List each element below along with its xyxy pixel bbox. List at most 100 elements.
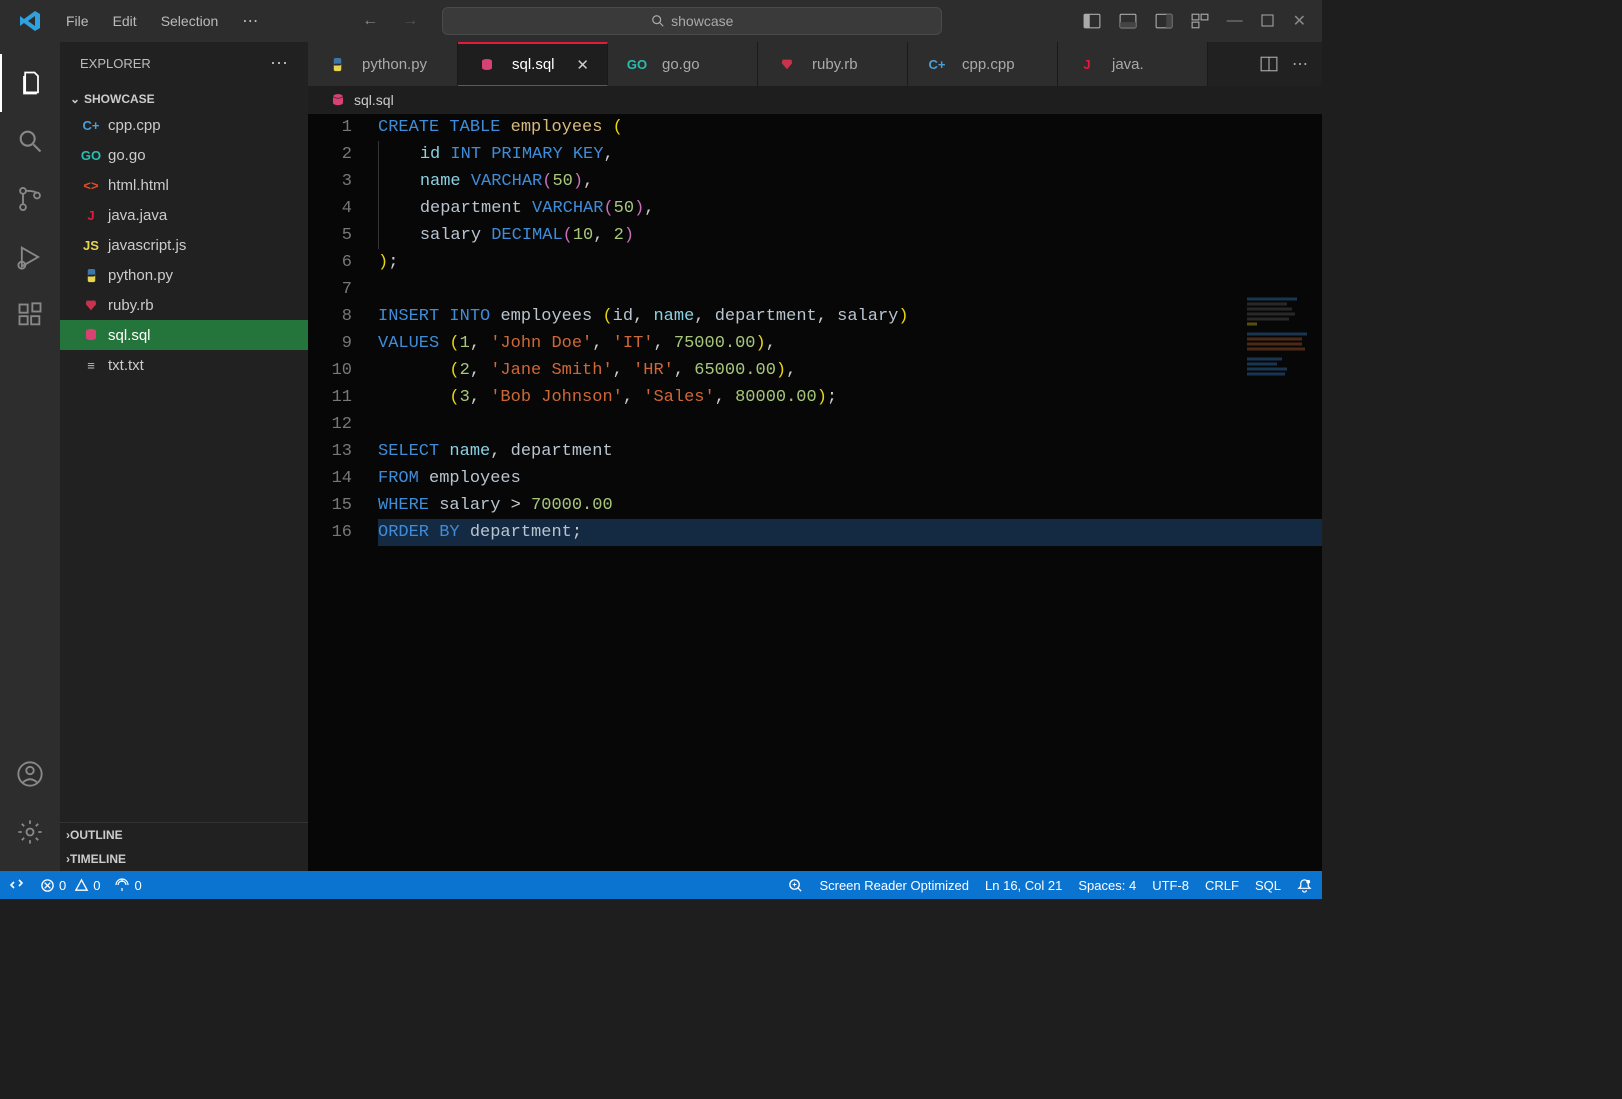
file-type-icon: J (80, 208, 102, 223)
file-type-icon (80, 268, 102, 283)
tabs: python.py sql.sql ✕ GO go.go ruby.rb C+ cpp.cpp… (308, 42, 1322, 86)
menu-more-icon[interactable]: ⋯ (232, 7, 268, 35)
menu-file[interactable]: File (56, 7, 99, 35)
file-item[interactable]: JS javascript.js (60, 230, 308, 260)
file-name-label: sql.sql (108, 327, 151, 344)
activity-debug-icon[interactable] (0, 228, 60, 286)
file-type-icon: GO (80, 148, 102, 163)
file-item[interactable]: python.py (60, 260, 308, 290)
search-placeholder: showcase (671, 13, 733, 29)
file-item[interactable]: <> html.html (60, 170, 308, 200)
editor-area: python.py sql.sql ✕ GO go.go ruby.rb C+ cpp.cpp… (308, 42, 1322, 871)
tab-label: python.py (362, 56, 427, 73)
file-type-icon (326, 57, 348, 72)
menu-edit[interactable]: Edit (103, 7, 147, 35)
tab-more-icon[interactable]: ⋯ (1292, 54, 1308, 74)
file-item[interactable]: Jjava.java (60, 200, 308, 230)
file-type-icon: J (1076, 57, 1098, 72)
minimap[interactable] (1242, 114, 1322, 871)
tab[interactable]: sql.sql ✕ (458, 42, 608, 86)
activity-extensions-icon[interactable] (0, 286, 60, 344)
code-editor[interactable]: 12345678910111213141516 CREATE TABLE emp… (308, 114, 1322, 871)
activity-explorer-icon[interactable] (0, 54, 60, 112)
tab[interactable]: python.py (308, 42, 458, 86)
file-type-icon (476, 57, 498, 73)
activity-settings-icon[interactable] (0, 803, 60, 861)
status-encoding[interactable]: UTF-8 (1152, 878, 1189, 893)
line-gutter: 12345678910111213141516 (308, 114, 378, 871)
status-ports[interactable]: 0 (114, 877, 141, 893)
file-type-icon: ≡ (80, 358, 102, 373)
file-name-label: go.go (108, 147, 146, 164)
status-cursor-pos[interactable]: Ln 16, Col 21 (985, 878, 1062, 893)
breadcrumb[interactable]: sql.sql (308, 86, 1322, 114)
status-feedback-icon[interactable] (788, 878, 803, 893)
tab[interactable]: ruby.rb (758, 42, 908, 86)
folder-header[interactable]: ⌄ SHOWCASE (60, 88, 308, 110)
remote-icon[interactable] (10, 877, 26, 893)
tab-label: go.go (662, 56, 700, 73)
tab-label: java. (1112, 56, 1144, 73)
file-tree: C+cpp.cpp GO go.go <> html.html Jjava.java JS j… (60, 110, 308, 380)
tab-label: cpp.cpp (962, 56, 1015, 73)
sidebar: EXPLORER ⋯ ⌄ SHOWCASE C+cpp.cpp GO go.go <>… (60, 42, 308, 871)
file-type-icon (80, 298, 102, 312)
status-notifications-icon[interactable] (1297, 878, 1312, 893)
split-editor-icon[interactable] (1260, 55, 1278, 73)
file-item[interactable]: ruby.rb (60, 290, 308, 320)
sidebar-title: EXPLORER ⋯ (60, 42, 308, 84)
file-item[interactable]: ≡ txt.txt (60, 350, 308, 380)
window-minimize-icon[interactable]: ― (1227, 12, 1243, 30)
status-eol[interactable]: CRLF (1205, 878, 1239, 893)
tab-label: sql.sql (512, 56, 555, 73)
file-type-icon: <> (80, 178, 102, 193)
file-name-label: ruby.rb (108, 297, 154, 314)
status-language[interactable]: SQL (1255, 878, 1281, 893)
nav-back-icon[interactable]: ← (362, 12, 378, 30)
outline-header[interactable]: › OUTLINE (60, 823, 308, 847)
breadcrumb-file: sql.sql (354, 92, 394, 108)
file-type-icon: C+ (926, 57, 948, 72)
file-item[interactable]: sql.sql (60, 320, 308, 350)
file-type-icon: GO (626, 57, 648, 72)
customize-layout-icon[interactable] (1191, 12, 1209, 30)
status-bar: 0 0 0 Screen Reader Optimized Ln 16, Col… (0, 871, 1322, 899)
menu-selection[interactable]: Selection (151, 7, 229, 35)
window-close-icon[interactable]: ✕ (1293, 11, 1306, 31)
tab[interactable]: Jjava. (1058, 42, 1208, 86)
explorer-more-icon[interactable]: ⋯ (270, 53, 288, 74)
window-maximize-icon[interactable] (1261, 14, 1275, 28)
file-name-label: javascript.js (108, 237, 186, 254)
timeline-label: TIMELINE (70, 852, 126, 866)
file-type-icon (80, 327, 102, 343)
file-item[interactable]: C+cpp.cpp (60, 110, 308, 140)
folder-name: SHOWCASE (84, 92, 155, 106)
tab[interactable]: C+ cpp.cpp (908, 42, 1058, 86)
command-center[interactable]: showcase (442, 7, 942, 35)
file-name-label: html.html (108, 177, 169, 194)
status-screen-reader[interactable]: Screen Reader Optimized (819, 878, 969, 893)
file-item[interactable]: GO go.go (60, 140, 308, 170)
file-type-icon: JS (80, 238, 102, 253)
activity-source-control-icon[interactable] (0, 170, 60, 228)
activity-search-icon[interactable] (0, 112, 60, 170)
tab[interactable]: GO go.go (608, 42, 758, 86)
outline-label: OUTLINE (70, 828, 123, 842)
tab-close-icon[interactable]: ✕ (576, 56, 589, 74)
layout-sidebar-left-icon[interactable] (1083, 12, 1101, 30)
nav-forward-icon[interactable]: → (402, 12, 418, 30)
activity-account-icon[interactable] (0, 745, 60, 803)
layout-sidebar-right-icon[interactable] (1155, 12, 1173, 30)
vscode-logo-icon (18, 9, 42, 33)
database-icon (330, 92, 346, 108)
file-type-icon: C+ (80, 118, 102, 133)
status-indent[interactable]: Spaces: 4 (1078, 878, 1136, 893)
chevron-down-icon: ⌄ (66, 92, 84, 106)
code-content[interactable]: CREATE TABLE employees ( id INT PRIMARY … (378, 114, 1322, 871)
layout-panel-icon[interactable] (1119, 12, 1137, 30)
status-errors[interactable]: 0 0 (40, 878, 100, 893)
timeline-header[interactable]: › TIMELINE (60, 847, 308, 871)
file-name-label: txt.txt (108, 357, 144, 374)
explorer-label: EXPLORER (80, 56, 151, 71)
file-type-icon (776, 57, 798, 71)
